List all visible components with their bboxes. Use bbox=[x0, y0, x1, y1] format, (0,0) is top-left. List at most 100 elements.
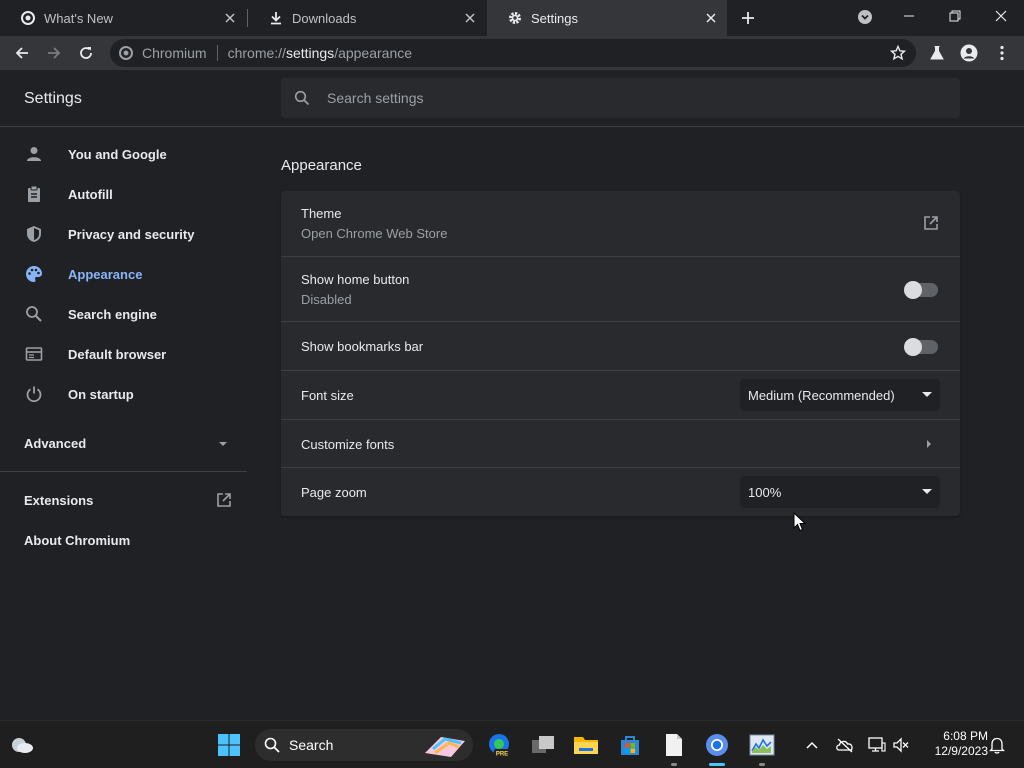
sidebar-advanced[interactable]: Advanced bbox=[24, 436, 86, 451]
onedrive-off-icon[interactable] bbox=[835, 735, 855, 755]
minimize-button[interactable] bbox=[895, 4, 923, 28]
back-button[interactable] bbox=[10, 41, 34, 65]
home-button-toggle[interactable] bbox=[904, 281, 938, 299]
search-icon bbox=[24, 304, 44, 324]
system-clock[interactable]: 6:08 PM 12/9/2023 bbox=[918, 729, 988, 759]
running-indicator bbox=[671, 763, 677, 766]
sidebar-item-default-browser[interactable]: Default browser bbox=[0, 334, 248, 374]
sidebar-item-privacy-and-security[interactable]: Privacy and security bbox=[0, 214, 248, 254]
volume-muted-icon[interactable] bbox=[891, 735, 911, 755]
task-view-icon[interactable] bbox=[529, 731, 557, 759]
chevron-up-icon[interactable] bbox=[802, 735, 822, 755]
sidebar-item-on-startup[interactable]: On startup bbox=[0, 374, 248, 414]
shield-icon bbox=[24, 224, 44, 244]
font-size-value: Medium (Recommended) bbox=[748, 387, 895, 403]
page-title: Settings bbox=[24, 90, 82, 107]
forward-button[interactable] bbox=[42, 41, 66, 65]
tab-title: Downloads bbox=[292, 10, 357, 26]
home-button-sub: Disabled bbox=[301, 292, 352, 307]
taskbar-search-box[interactable]: Search bbox=[255, 729, 473, 761]
page-zoom-value: 100% bbox=[748, 484, 782, 500]
bookmark-star-icon[interactable] bbox=[890, 45, 906, 61]
chevron-down-icon bbox=[922, 391, 932, 399]
sidebar-item-appearance[interactable]: Appearance bbox=[0, 254, 248, 294]
settings-search-box[interactable] bbox=[281, 78, 960, 118]
more-menu-icon[interactable] bbox=[993, 44, 1011, 62]
sidebar-item-label: Default browser bbox=[68, 346, 167, 362]
reload-button[interactable] bbox=[74, 41, 98, 65]
sidebar-item-label: On startup bbox=[68, 386, 134, 402]
close-tab-icon[interactable] bbox=[462, 10, 478, 26]
download-icon bbox=[268, 10, 284, 26]
customize-fonts-row[interactable]: Customize fonts bbox=[281, 419, 960, 467]
search-highlight-icon bbox=[425, 737, 465, 757]
bookmarks-bar-toggle[interactable] bbox=[904, 338, 938, 356]
restore-button[interactable] bbox=[941, 4, 969, 28]
omnibox-separator bbox=[216, 45, 218, 61]
theme-sub: Open Chrome Web Store bbox=[301, 226, 448, 241]
chromium-taskbar-icon[interactable] bbox=[703, 731, 731, 759]
weather-icon[interactable] bbox=[8, 731, 36, 759]
external-link-icon[interactable] bbox=[922, 214, 940, 232]
sidebar-item-autofill[interactable]: Autofill bbox=[0, 174, 248, 214]
sidebar-extensions[interactable]: Extensions bbox=[24, 493, 93, 508]
font-size-select[interactable]: Medium (Recommended) bbox=[740, 379, 940, 411]
network-icon[interactable] bbox=[867, 735, 887, 755]
clock-date: 12/9/2023 bbox=[934, 744, 988, 758]
power-icon bbox=[24, 384, 44, 404]
appearance-card: Theme Open Chrome Web Store Show home bu… bbox=[281, 191, 960, 516]
tab-title: What's New bbox=[44, 10, 113, 26]
address-bar[interactable]: Chromium chrome://settings/appearance bbox=[110, 39, 916, 67]
search-input[interactable] bbox=[327, 90, 927, 106]
search-icon bbox=[293, 89, 311, 107]
clipboard-icon bbox=[24, 184, 44, 204]
home-button-label: Show home button bbox=[301, 272, 410, 287]
resource-monitor-icon[interactable] bbox=[748, 731, 776, 759]
person-icon bbox=[24, 144, 44, 164]
notification-bell-icon[interactable] bbox=[987, 735, 1007, 755]
gear-icon bbox=[507, 10, 523, 26]
theme-label: Theme bbox=[301, 206, 342, 221]
microsoft-store-icon[interactable] bbox=[616, 731, 644, 759]
sidebar-item-you-and-google[interactable]: You and Google bbox=[0, 134, 248, 174]
sidebar-item-label: Autofill bbox=[68, 186, 113, 202]
edge-beta-icon[interactable]: PRE bbox=[485, 731, 513, 759]
labs-flask-icon[interactable] bbox=[928, 44, 946, 62]
page-zoom-row: Page zoom 100% bbox=[281, 467, 960, 516]
notepad-icon[interactable] bbox=[660, 731, 688, 759]
sidebar-about[interactable]: About Chromium bbox=[24, 533, 130, 548]
url-scheme: chrome:// bbox=[227, 45, 286, 61]
start-windows-icon[interactable] bbox=[215, 731, 243, 759]
windows-taskbar: Search PRE 6:08 PM 12/9/2023 bbox=[0, 720, 1024, 768]
profile-avatar-icon[interactable] bbox=[960, 44, 978, 62]
customize-fonts-label: Customize fonts bbox=[301, 437, 395, 452]
theme-row[interactable]: Theme Open Chrome Web Store bbox=[281, 191, 960, 256]
file-explorer-icon[interactable] bbox=[572, 731, 600, 759]
tab-whats-new[interactable]: What's New bbox=[0, 0, 246, 36]
sidebar-item-label: Search engine bbox=[68, 306, 157, 322]
close-window-button[interactable] bbox=[987, 4, 1015, 28]
home-button-row: Show home button Disabled bbox=[281, 256, 960, 321]
toggle-knob bbox=[904, 281, 922, 299]
tab-title: Settings bbox=[531, 10, 578, 26]
chevron-right-icon bbox=[924, 439, 934, 449]
page-zoom-select[interactable]: 100% bbox=[740, 476, 940, 508]
tab-search-icon[interactable] bbox=[856, 8, 874, 26]
bookmarks-bar-row: Show bookmarks bar bbox=[281, 321, 960, 370]
running-indicator bbox=[759, 763, 765, 766]
clock-time: 6:08 PM bbox=[943, 729, 988, 743]
new-tab-button[interactable] bbox=[738, 8, 758, 28]
tab-downloads[interactable]: Downloads bbox=[248, 0, 486, 36]
close-tab-icon[interactable] bbox=[703, 10, 719, 26]
chevron-down-icon[interactable] bbox=[216, 437, 230, 451]
site-info-icon[interactable] bbox=[118, 46, 134, 60]
tab-settings[interactable]: Settings bbox=[487, 0, 727, 36]
close-tab-icon[interactable] bbox=[222, 10, 238, 26]
settings-sidebar: You and Google Autofill Privacy and secu… bbox=[0, 127, 260, 720]
site-name: Chromium bbox=[142, 45, 207, 61]
taskbar-search-label: Search bbox=[289, 737, 334, 753]
sidebar-item-label: Appearance bbox=[68, 266, 143, 282]
external-link-icon[interactable] bbox=[214, 490, 234, 510]
toggle-knob bbox=[904, 338, 922, 356]
sidebar-item-search-engine[interactable]: Search engine bbox=[0, 294, 248, 334]
